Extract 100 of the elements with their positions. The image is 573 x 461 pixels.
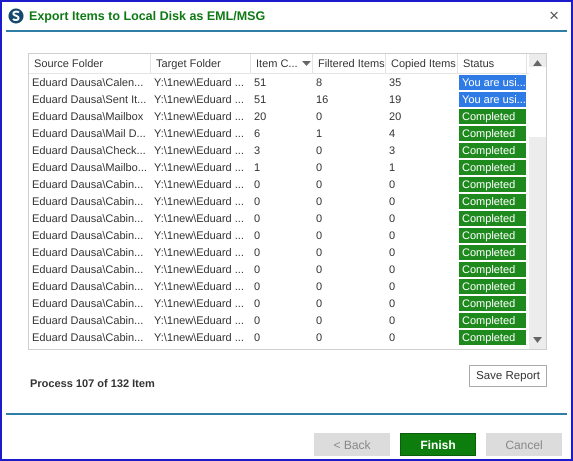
source-folder-cell-text: Eduard Dausa\Mail D... [31,126,147,142]
sort-caret-icon [302,61,311,66]
filtered-items-cell-text: 0 [315,262,324,278]
source-folder-cell-text: Eduard Dausa\Cabin... [31,262,144,278]
filtered-items-cell-text: 0 [315,212,324,226]
status-cell: Completed [458,227,527,244]
progress-text: Process 107 of 132 Item [30,378,155,390]
column-header[interactable]: Filtered Items [313,54,386,73]
source-folder-cell-text: Eduard Dausa\Cabin... [31,330,144,346]
scroll-down-icon[interactable] [533,337,542,343]
source-folder-cell-text: Eduard Dausa\Sent It... [31,92,148,108]
source-folder-cell-text: Eduard Dausa\Cabin... [31,314,144,328]
copied-items-cell-text: 4 [388,126,396,142]
column-header[interactable]: Target Folder [151,54,251,73]
item-count-cell-text: 0 [253,330,262,346]
status-cell: Completed [458,295,527,312]
column-header[interactable]: Copied Items [386,54,458,73]
copied-items-cell-text: 19 [388,92,402,108]
source-folder-cell-text: Eduard Dausa\Cabin... [31,296,144,312]
status-cell: Completed [458,261,527,278]
status-cell: Completed [458,244,527,261]
filtered-items-cell-text: 0 [315,246,324,260]
status-cell: Completed [458,108,527,125]
save-report-button[interactable]: Save Report [469,365,547,387]
target-folder-cell-text: Y:\1new\Eduard ... [153,178,245,192]
copied-items-cell-text: 0 [388,194,396,210]
window-title: Export Items to Local Disk as EML/MSG [29,9,266,23]
item-count-cell-text: 3 [253,144,262,158]
target-folder-cell-text: Y:\1new\Eduard ... [153,262,245,278]
copied-items-cell-text: 1 [388,160,396,176]
column-header[interactable]: Item C... [251,54,313,73]
target-folder-cell-text: Y:\1new\Eduard ... [153,212,245,226]
item-count-cell-text: 0 [253,296,262,312]
target-folder-cell-text: Y:\1new\Eduard ... [153,246,245,260]
filtered-items-cell-text: 0 [315,330,324,346]
filtered-items-cell-text: 0 [315,280,324,294]
item-count-cell-text: 0 [253,212,262,226]
copied-items-cell-text: 3 [388,144,396,158]
item-count-cell-text: 51 [253,76,268,90]
logo-icon [8,8,24,24]
copied-items-cell-text: 0 [388,228,396,244]
copied-items-cell-text: 35 [388,76,402,90]
status-cell: You are usi... [458,91,527,108]
item-count-cell-text: 0 [253,178,262,192]
item-count-cell-text: 0 [253,280,262,294]
target-folder-cell-text: Y:\1new\Eduard ... [153,76,245,90]
filtered-items-cell-text: 16 [315,92,330,108]
item-count-cell-text: 1 [253,160,262,176]
source-folder-cell-text: Eduard Dausa\Cabin... [31,246,144,260]
item-count-cell-text: 6 [253,126,262,142]
status-cell: You are usi... [458,74,527,91]
scrollbar[interactable] [529,54,546,349]
copied-items-cell-text: 0 [388,246,396,260]
copied-items-cell-text: 0 [388,330,396,346]
target-folder-cell-text: Y:\1new\Eduard ... [153,126,245,142]
copied-items-cell-text: 0 [388,262,396,278]
finish-button[interactable]: Finish [400,433,476,456]
status-cell: Completed [458,142,527,159]
status-cell: Completed [458,125,527,142]
source-folder-cell-text: Eduard Dausa\Mailbo... [31,160,148,176]
copied-items-cell-text: 0 [388,212,396,226]
filtered-items-cell-text: 0 [315,160,324,176]
filtered-items-cell-text: 0 [315,314,324,328]
item-count-cell-text: 0 [253,314,262,328]
filtered-items-cell-text: 0 [315,228,324,244]
target-folder-cell-text: Y:\1new\Eduard ... [153,314,245,328]
copied-items-cell-text: 20 [388,110,402,124]
item-count-cell-text: 0 [253,262,262,278]
column-header[interactable]: Source Folder [29,54,151,73]
copied-items-cell-text: 0 [388,178,396,192]
copied-items-cell-text: 0 [388,280,396,294]
source-folder-cell-text: Eduard Dausa\Check... [31,144,147,158]
status-cell: Completed [458,193,527,210]
target-folder-cell-text: Y:\1new\Eduard ... [153,160,245,176]
filtered-items-cell-text: 0 [315,296,324,312]
filtered-items-cell-text: 8 [315,76,324,90]
target-folder-cell-text: Y:\1new\Eduard ... [153,144,245,158]
status-cell: Completed [458,312,527,329]
source-folder-cell-text: Eduard Dausa\Cabin... [31,228,144,244]
target-folder-cell-text: Y:\1new\Eduard ... [153,280,245,294]
scroll-thumb[interactable] [529,66,546,136]
source-folder-cell-text: Eduard Dausa\Cabin... [31,194,144,210]
column-header[interactable]: Status [458,54,527,73]
filtered-items-cell-text: 0 [315,144,324,158]
target-folder-cell-text: Y:\1new\Eduard ... [153,296,245,312]
close-button[interactable]: × [543,6,565,26]
filtered-items-cell-text: 0 [315,178,324,192]
source-folder-cell-text: Eduard Dausa\Cabin... [31,280,144,294]
source-folder-cell-text: Eduard Dausa\Cabin... [31,212,144,226]
source-folder-cell-text: Eduard Dausa\Calen... [31,76,144,90]
target-folder-cell-text: Y:\1new\Eduard ... [153,330,245,346]
status-cell: Completed [458,329,527,346]
status-cell: Completed [458,210,527,227]
item-count-cell-text: 0 [253,194,262,210]
source-folder-cell-text: Eduard Dausa\Cabin... [31,178,144,192]
target-folder-cell-text: Y:\1new\Eduard ... [153,110,245,124]
item-count-cell-text: 0 [253,228,262,244]
copied-items-cell-text: 0 [388,314,396,328]
status-cell: Completed [458,159,527,176]
target-folder-cell-text: Y:\1new\Eduard ... [153,92,245,108]
